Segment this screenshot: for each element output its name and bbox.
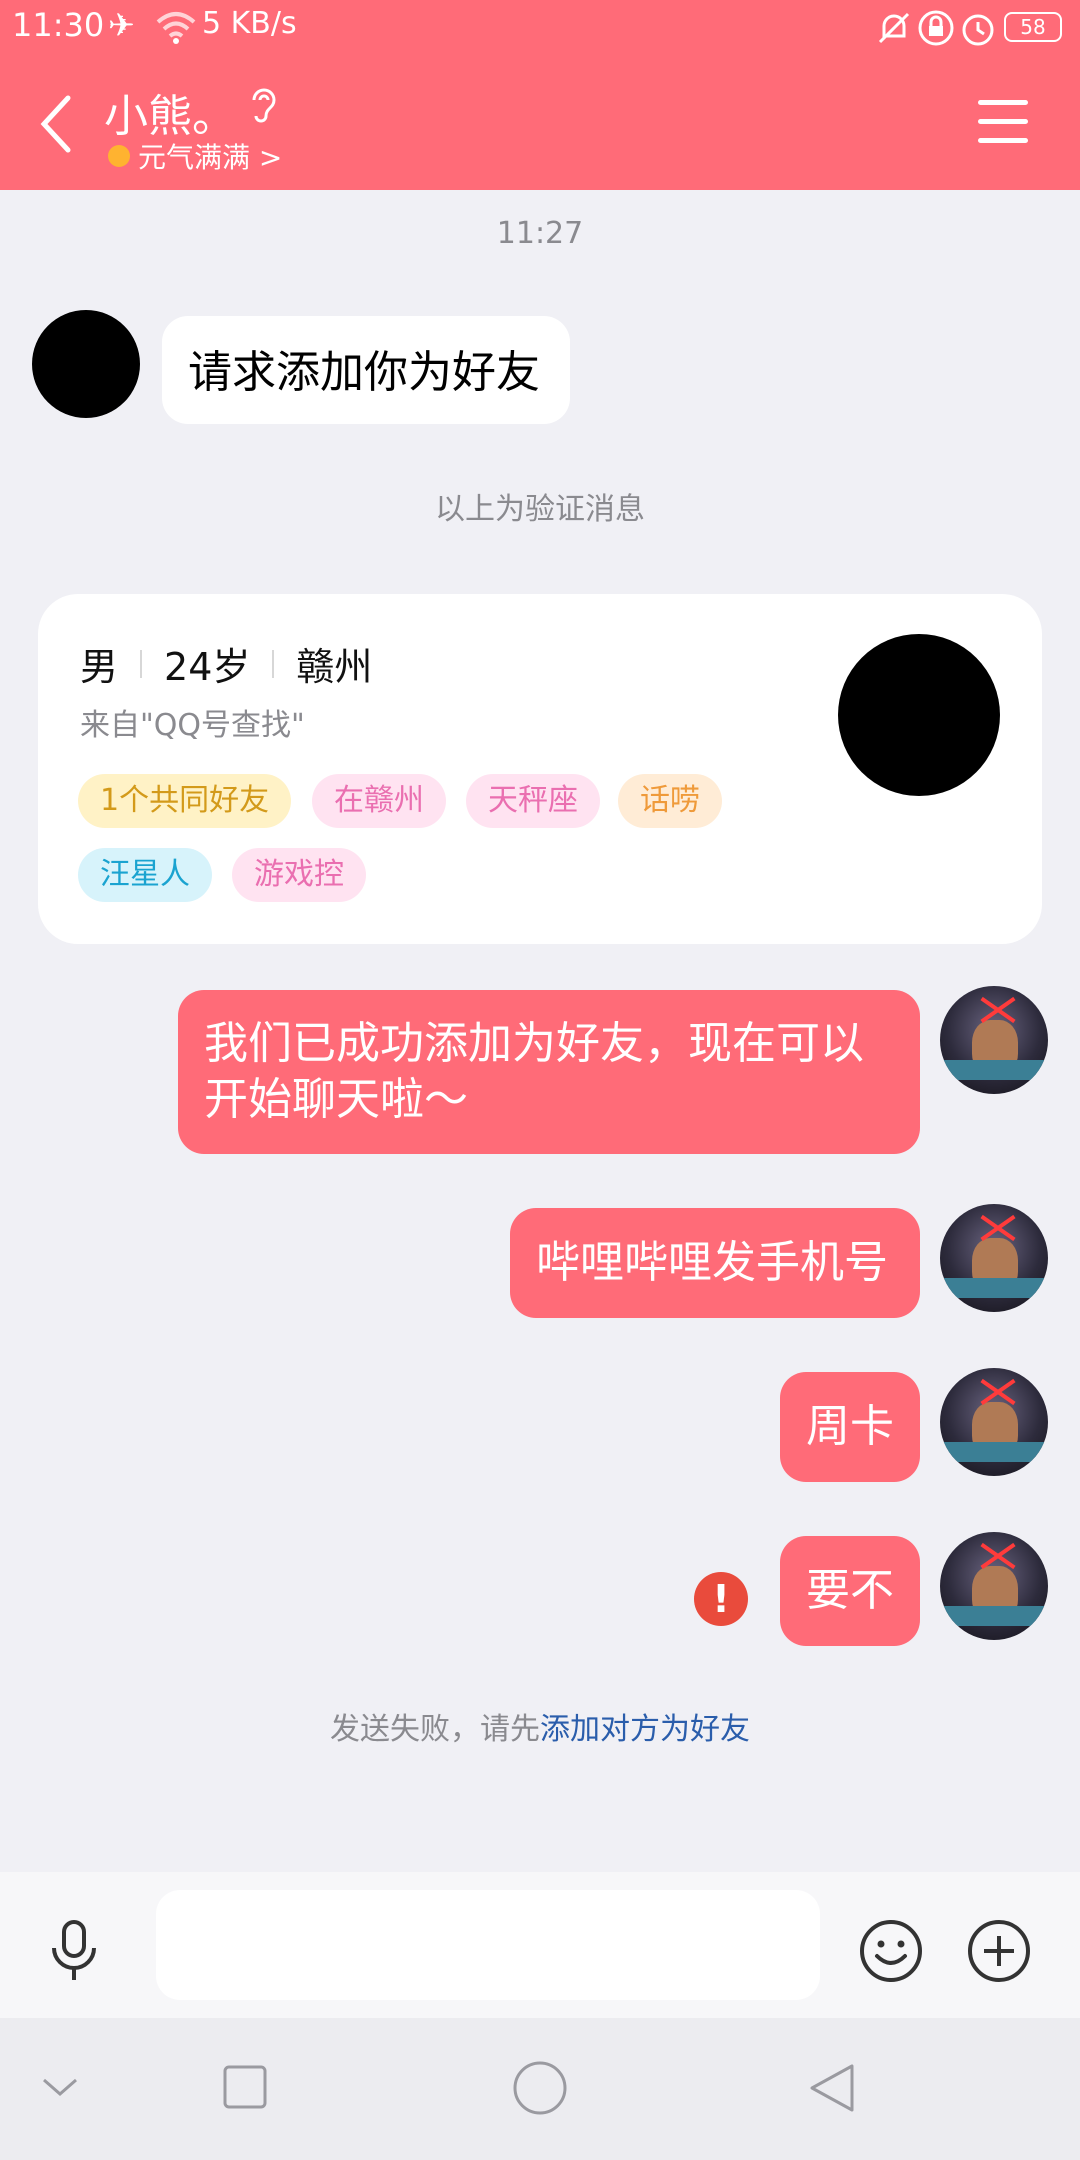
separator [140, 649, 143, 678]
contact-avatar[interactable] [32, 310, 140, 418]
separator [272, 649, 275, 678]
lock-rotation-icon [918, 10, 954, 46]
tag-location: 在赣州 [312, 774, 446, 828]
tag-dog-lover: 汪星人 [78, 848, 212, 902]
recent-apps-icon[interactable] [222, 2064, 268, 2110]
network-speed: 5 KB/s [202, 6, 297, 41]
contact-status-text: 元气满满 > [138, 141, 283, 174]
my-avatar[interactable] [940, 986, 1048, 1094]
profile-card[interactable]: 男 24岁 赣州 来自"QQ号查找" 1个共同好友 在赣州 天秤座 话唠 汪星人… [38, 594, 1042, 944]
send-failed-notice: 发送失败，请先添加对方为好友 [0, 1704, 1080, 1748]
message-input[interactable] [156, 1890, 820, 2000]
sent-message-bubble[interactable]: 周卡 [780, 1372, 920, 1482]
notification-muted-icon [878, 12, 910, 44]
tag-zodiac: 天秤座 [466, 774, 600, 828]
chevron-down-icon[interactable] [40, 2072, 80, 2102]
verification-note: 以上为验证消息 [435, 492, 645, 527]
sent-message-bubble[interactable]: 我们已成功添加为好友，现在可以开始聊天啦～ [178, 990, 920, 1154]
back-button[interactable] [36, 94, 76, 154]
tag-mutual-friends[interactable]: 1个共同好友 [78, 774, 292, 828]
profile-source: 来自"QQ号查找" [80, 708, 305, 743]
battery-indicator: 58 [1004, 12, 1062, 42]
mood-icon [108, 145, 130, 167]
profile-avatar[interactable] [838, 634, 1000, 796]
microphone-icon[interactable] [46, 1918, 102, 1984]
wifi-icon [156, 12, 196, 44]
my-avatar[interactable] [940, 1204, 1048, 1312]
airplane-mode-icon: ✈ [108, 6, 135, 44]
status-time: 11:30 [12, 6, 105, 44]
profile-location: 赣州 [296, 645, 373, 689]
request-message-bubble[interactable]: 请求添加你为好友 [162, 316, 570, 424]
status-bar: 11:30 ✈ 5 KB/s 58 [0, 0, 1080, 56]
message-timestamp: 11:27 [496, 216, 584, 251]
my-avatar[interactable] [940, 1532, 1048, 1640]
tag-talkative: 话唠 [618, 774, 722, 828]
send-failed-icon[interactable]: ! [694, 1572, 748, 1626]
my-avatar[interactable] [940, 1368, 1048, 1476]
emoji-icon[interactable] [858, 1918, 924, 1984]
input-bar [0, 1872, 1080, 2018]
profile-age: 24岁 [164, 645, 251, 689]
add-friend-link[interactable]: 添加对方为好友 [540, 1712, 750, 1747]
chat-header: 11:30 ✈ 5 KB/s 58 小熊。 元气满满 > [0, 0, 1080, 190]
send-failed-text: 发送失败，请先 [330, 1712, 540, 1747]
system-nav-bar [0, 2018, 1080, 2160]
sent-message-bubble[interactable]: 要不 [780, 1536, 920, 1646]
alarm-icon [962, 14, 994, 46]
plus-icon[interactable] [966, 1918, 1032, 1984]
back-nav-icon[interactable] [806, 2062, 858, 2114]
profile-info: 男 24岁 赣州 [80, 636, 372, 691]
sent-message-bubble[interactable]: 哔哩哔哩发手机号 [510, 1208, 920, 1318]
home-icon[interactable] [512, 2060, 568, 2116]
menu-icon[interactable] [978, 100, 1028, 144]
contact-status[interactable]: 元气满满 > [108, 136, 282, 176]
profile-gender: 男 [80, 645, 119, 689]
tag-gamer: 游戏控 [232, 848, 366, 902]
contact-name[interactable]: 小熊。 [104, 80, 236, 144]
ear-icon[interactable] [246, 86, 280, 126]
